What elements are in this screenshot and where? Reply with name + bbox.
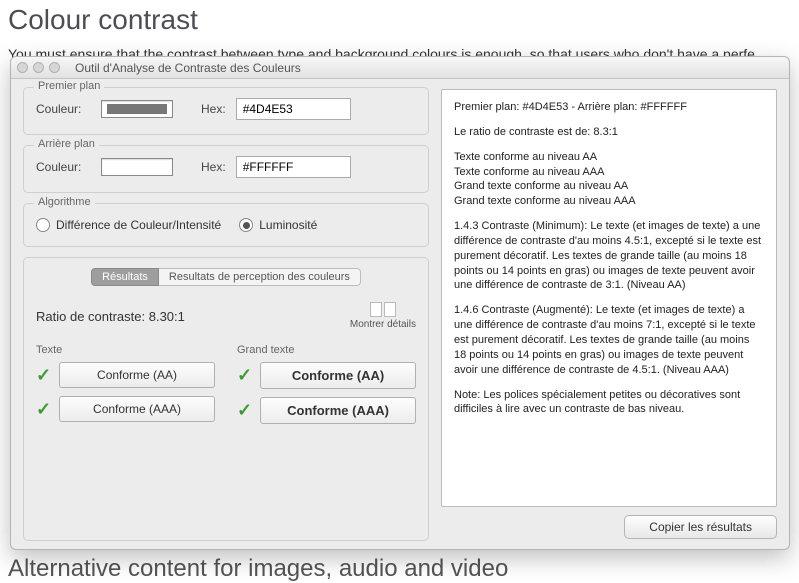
bigtext-column: Grand texte ✓ Conforme (AA) ✓ Conforme (… bbox=[237, 344, 416, 432]
page-title: Colour contrast bbox=[8, 4, 791, 36]
algorithm-fieldset: Algorithme Différence de Couleur/Intensi… bbox=[23, 203, 429, 247]
show-details-label: Montrer détails bbox=[350, 319, 416, 330]
radio-luminosity[interactable] bbox=[239, 218, 253, 232]
foreground-swatch-inner bbox=[107, 104, 167, 114]
radio-diff-intensity[interactable] bbox=[36, 218, 50, 232]
app-body: Premier plan Couleur: Hex: Arrière plan … bbox=[11, 79, 789, 549]
foreground-color-label: Couleur: bbox=[36, 102, 91, 116]
show-details-button[interactable]: Montrer détails bbox=[350, 302, 416, 330]
background-legend: Arrière plan bbox=[34, 138, 99, 150]
background-fieldset: Arrière plan Couleur: Hex: bbox=[23, 145, 429, 193]
output-note: Note: Les polices spécialement petites o… bbox=[454, 388, 764, 418]
foreground-fieldset: Premier plan Couleur: Hex: bbox=[23, 87, 429, 135]
output-line: Premier plan: #4D4E53 - Arrière plan: #F… bbox=[454, 100, 764, 115]
check-icon: ✓ bbox=[237, 400, 252, 421]
background-hex-input[interactable] bbox=[236, 156, 351, 178]
algo-option-2: Luminosité bbox=[259, 218, 317, 232]
pages-icon bbox=[370, 302, 396, 317]
close-icon[interactable] bbox=[17, 62, 28, 73]
background-swatch-inner bbox=[107, 162, 167, 172]
check-icon: ✓ bbox=[36, 365, 51, 386]
copy-results-button[interactable]: Copier les résultats bbox=[624, 515, 777, 539]
tab-perception[interactable]: Resultats de perception des couleurs bbox=[159, 268, 361, 286]
output-line: Le ratio de contraste est de: 8.3:1 bbox=[454, 125, 764, 140]
window-title: Outil d'Analyse de Contraste des Couleur… bbox=[75, 61, 301, 75]
background-color-label: Couleur: bbox=[36, 160, 91, 174]
output-para: 1.4.6 Contraste (Augmenté): Le texte (et… bbox=[454, 303, 764, 377]
contrast-analyzer-window: Outil d'Analyse de Contraste des Couleur… bbox=[10, 56, 790, 550]
zoom-icon[interactable] bbox=[49, 62, 60, 73]
check-icon: ✓ bbox=[36, 399, 51, 420]
algorithm-legend: Algorithme bbox=[34, 196, 95, 208]
background-hex-label: Hex: bbox=[201, 160, 226, 174]
results-box: Résultats Resultats de perception des co… bbox=[23, 257, 429, 541]
tab-results[interactable]: Résultats bbox=[91, 268, 159, 286]
bigtext-column-label: Grand texte bbox=[237, 344, 416, 356]
contrast-ratio-label: Ratio de contraste: 8.30:1 bbox=[36, 309, 185, 324]
text-column-label: Texte bbox=[36, 344, 215, 356]
titlebar[interactable]: Outil d'Analyse de Contraste des Couleur… bbox=[11, 57, 789, 79]
text-column: Texte ✓ Conforme (AA) ✓ Conforme (AAA) bbox=[36, 344, 215, 432]
check-icon: ✓ bbox=[237, 365, 252, 386]
left-panel: Premier plan Couleur: Hex: Arrière plan … bbox=[11, 79, 441, 549]
algo-option-1: Différence de Couleur/Intensité bbox=[56, 218, 221, 232]
background-swatch[interactable] bbox=[101, 158, 173, 176]
right-panel: Premier plan: #4D4E53 - Arrière plan: #F… bbox=[441, 79, 789, 549]
foreground-hex-label: Hex: bbox=[201, 102, 226, 116]
bigtext-aaa-badge: Conforme (AAA) bbox=[260, 397, 416, 424]
output-block: Texte conforme au niveau AA Texte confor… bbox=[454, 150, 764, 209]
text-aaa-badge: Conforme (AAA) bbox=[59, 396, 215, 422]
foreground-hex-input[interactable] bbox=[236, 98, 351, 120]
next-heading: Alternative content for images, audio an… bbox=[8, 555, 508, 583]
output-para: 1.4.3 Contraste (Minimum): Le texte (et … bbox=[454, 219, 764, 293]
foreground-swatch[interactable] bbox=[101, 100, 173, 118]
results-text-output[interactable]: Premier plan: #4D4E53 - Arrière plan: #F… bbox=[441, 89, 777, 507]
results-tabs: Résultats Resultats de perception des co… bbox=[36, 268, 416, 286]
foreground-legend: Premier plan bbox=[34, 80, 104, 92]
text-aa-badge: Conforme (AA) bbox=[59, 362, 215, 388]
bigtext-aa-badge: Conforme (AA) bbox=[260, 362, 416, 389]
minimize-icon[interactable] bbox=[33, 62, 44, 73]
